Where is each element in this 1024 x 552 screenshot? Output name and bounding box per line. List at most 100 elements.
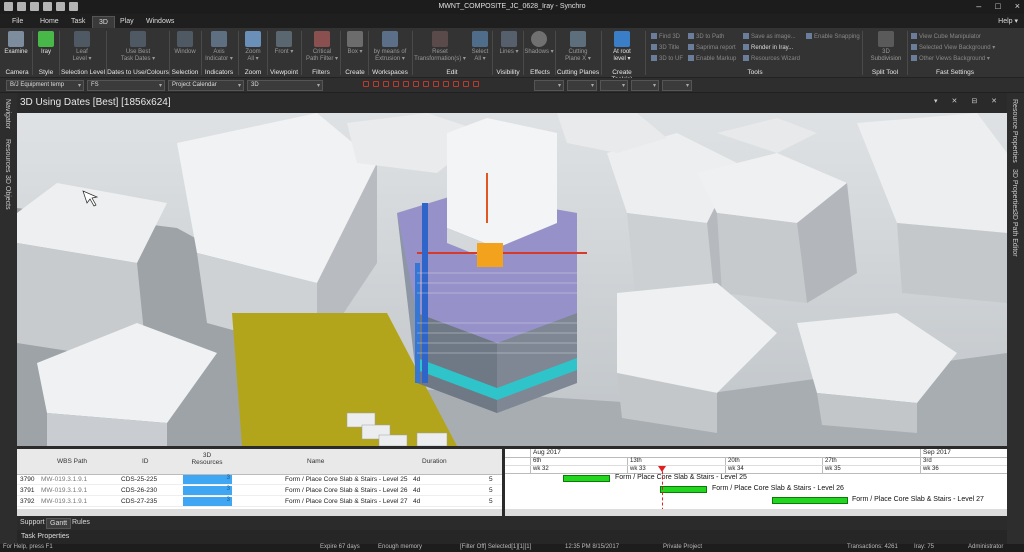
find-3d-item[interactable]: Find 3D: [651, 33, 680, 40]
font-size-combo[interactable]: [631, 80, 659, 91]
status-iray: Iray: 75: [914, 544, 935, 550]
axis-indicator-button[interactable]: Axis Indicator ▾: [202, 31, 236, 63]
extrusion-icon: [382, 31, 398, 47]
view-cube-manipulator[interactable]: View Cube Manipulator: [911, 33, 981, 40]
resources-tab[interactable]: Resources: [4, 139, 11, 172]
navigator-tab[interactable]: Navigator: [4, 99, 11, 129]
tab-3d[interactable]: 3D: [92, 16, 115, 28]
calendar-combo[interactable]: Project Calendar: [168, 80, 244, 91]
lines-button[interactable]: Lines ▾: [497, 31, 521, 56]
col-name[interactable]: Name: [307, 458, 324, 465]
resource-properties-tab[interactable]: Resource Properties: [1011, 99, 1018, 163]
use-best-dates-button[interactable]: Use Best Task Dates ▾: [116, 31, 160, 63]
tab-windows[interactable]: Windows: [140, 16, 180, 28]
enable-markup-item[interactable]: Enable Markup: [688, 55, 736, 62]
reset-label: Reset Transformation(s) ▾: [414, 49, 466, 62]
tab-rules[interactable]: Rules: [69, 518, 93, 527]
color-icon[interactable]: [473, 81, 479, 87]
rectangle-icon[interactable]: [393, 81, 399, 87]
close-button[interactable]: ×: [1015, 1, 1020, 11]
task-grid[interactable]: WBS Path ID 3D Resources Name Duration 3…: [17, 449, 502, 516]
gantt-bar-label: Form / Place Core Slab & Stairs - Level …: [615, 474, 747, 481]
3d-subdivision-button[interactable]: 3D Subdivision: [868, 31, 904, 63]
group-effects: Effects: [530, 69, 550, 76]
3d-to-path-label: 3D to Path: [696, 34, 725, 40]
font-combo[interactable]: [600, 80, 628, 91]
minimize-button[interactable]: –: [976, 1, 981, 11]
3d-path-editor-tab[interactable]: 3D Path Editor: [1011, 211, 1018, 257]
save-as-image-item[interactable]: Save as image...: [743, 33, 796, 40]
3d-objects-tab[interactable]: 3D Objects: [4, 175, 11, 210]
enable-snapping-item[interactable]: Enable Snapping: [806, 33, 860, 40]
3d-to-path-item[interactable]: 3D to Path: [688, 33, 724, 40]
window-select-button[interactable]: Window: [170, 31, 200, 56]
tab-home[interactable]: Home: [34, 16, 65, 28]
task-properties-tab[interactable]: Task Properties: [17, 530, 1007, 544]
3d-title-item[interactable]: 3D Title: [651, 44, 679, 51]
gantt-bar[interactable]: [660, 486, 707, 493]
gantt-bar[interactable]: [772, 497, 848, 504]
fs-combo[interactable]: FS: [87, 80, 165, 91]
help-menu[interactable]: Help ▾: [998, 17, 1018, 25]
reset-transformation-button[interactable]: Reset Transformation(s) ▾: [414, 31, 466, 63]
at-root-level-button[interactable]: At root level ▾: [605, 31, 639, 63]
3d-viewport[interactable]: [17, 113, 1007, 446]
extrusion-button[interactable]: by means of Extrusion ▾: [370, 31, 410, 63]
shadows-button[interactable]: Shadows ▾: [524, 31, 554, 56]
examine-button[interactable]: Examine: [3, 31, 29, 56]
iray-button[interactable]: Iray: [34, 31, 58, 56]
arrow-icon[interactable]: [383, 81, 389, 87]
viewport-controls[interactable]: ▾ ✕ ⊟ ✕: [934, 97, 1003, 105]
line-icon[interactable]: [373, 81, 379, 87]
row-number: 3791: [20, 487, 35, 494]
highlight-icon[interactable]: [453, 81, 459, 87]
selected-view-background[interactable]: Selected View Background ▾: [911, 44, 995, 51]
front-view-button[interactable]: Front ▾: [271, 31, 297, 56]
tab-support[interactable]: Support: [17, 518, 48, 527]
render-iray-item[interactable]: Render in Iray...: [743, 44, 793, 51]
gantt-scrollbar[interactable]: [505, 509, 1007, 516]
line-style-combo[interactable]: [534, 80, 564, 91]
saprima-report-item[interactable]: Saprima report: [688, 44, 736, 51]
maximize-button[interactable]: □: [995, 1, 1000, 11]
critical-path-filter-button[interactable]: Critical Path Filter ▾: [303, 31, 341, 63]
col-duration[interactable]: Duration: [422, 458, 447, 465]
group-split-tool: Split Tool: [871, 69, 899, 76]
col-id[interactable]: ID: [142, 458, 149, 465]
col-3d-resources[interactable]: 3D Resources: [187, 452, 227, 466]
zoom-all-button[interactable]: Zoom All ▾: [240, 31, 266, 63]
gantt-bar[interactable]: [563, 475, 610, 482]
table-row[interactable]: 3792 MW-019.3.1.9.1 CDS-27-235 3 Form / …: [17, 497, 502, 507]
current-date-marker[interactable]: [658, 466, 666, 472]
tab-gantt[interactable]: Gantt: [46, 518, 72, 529]
tab-task[interactable]: Task: [65, 16, 91, 28]
line-width-combo[interactable]: [567, 80, 597, 91]
text-icon[interactable]: [433, 81, 439, 87]
tab-play[interactable]: Play: [114, 16, 140, 28]
table-row[interactable]: 3791 MW-019.3.1.9.1 CDS-26-230 3 Form / …: [17, 486, 502, 496]
cloud-icon[interactable]: [443, 81, 449, 87]
view-combo[interactable]: 3D: [247, 80, 323, 91]
col-wbs-path[interactable]: WBS Path: [57, 458, 87, 465]
pointer-icon[interactable]: [363, 81, 369, 87]
3d-properties-tab[interactable]: 3D Properties: [1011, 169, 1018, 212]
box-create-button[interactable]: Box ▾: [344, 31, 366, 56]
leaf-level-button[interactable]: Leaf Level ▾: [67, 31, 97, 63]
select-all-button[interactable]: Select All ▾: [467, 31, 493, 63]
other-views-background[interactable]: Other Views Background ▾: [911, 55, 990, 62]
resources-wizard-item[interactable]: Resources Wizard: [743, 55, 800, 62]
freehand-icon[interactable]: [423, 81, 429, 87]
3d-scene[interactable]: [17, 113, 1007, 446]
equipment-combo[interactable]: B/J Equipment temp: [6, 80, 84, 91]
opacity-combo[interactable]: [662, 80, 692, 91]
table-row[interactable]: 3790 MW-019.3.1.9.1 CDS-25-225 3 Form / …: [17, 475, 502, 485]
erase-icon[interactable]: [463, 81, 469, 87]
gantt-chart[interactable]: Aug 2017 Sep 2017 6th 13th 20th 27th 3rd…: [505, 449, 1007, 516]
horizontal-scrollbar[interactable]: [17, 509, 502, 516]
circle-icon[interactable]: [403, 81, 409, 87]
polygon-icon[interactable]: [413, 81, 419, 87]
tab-file[interactable]: File: [6, 16, 29, 28]
cutting-plane-button[interactable]: Cutting Plane X ▾: [560, 31, 596, 63]
3d-to-uf-item[interactable]: 3D to UF: [651, 55, 683, 62]
row-name: Form / Place Core Slab & Stairs - Level …: [285, 498, 408, 505]
